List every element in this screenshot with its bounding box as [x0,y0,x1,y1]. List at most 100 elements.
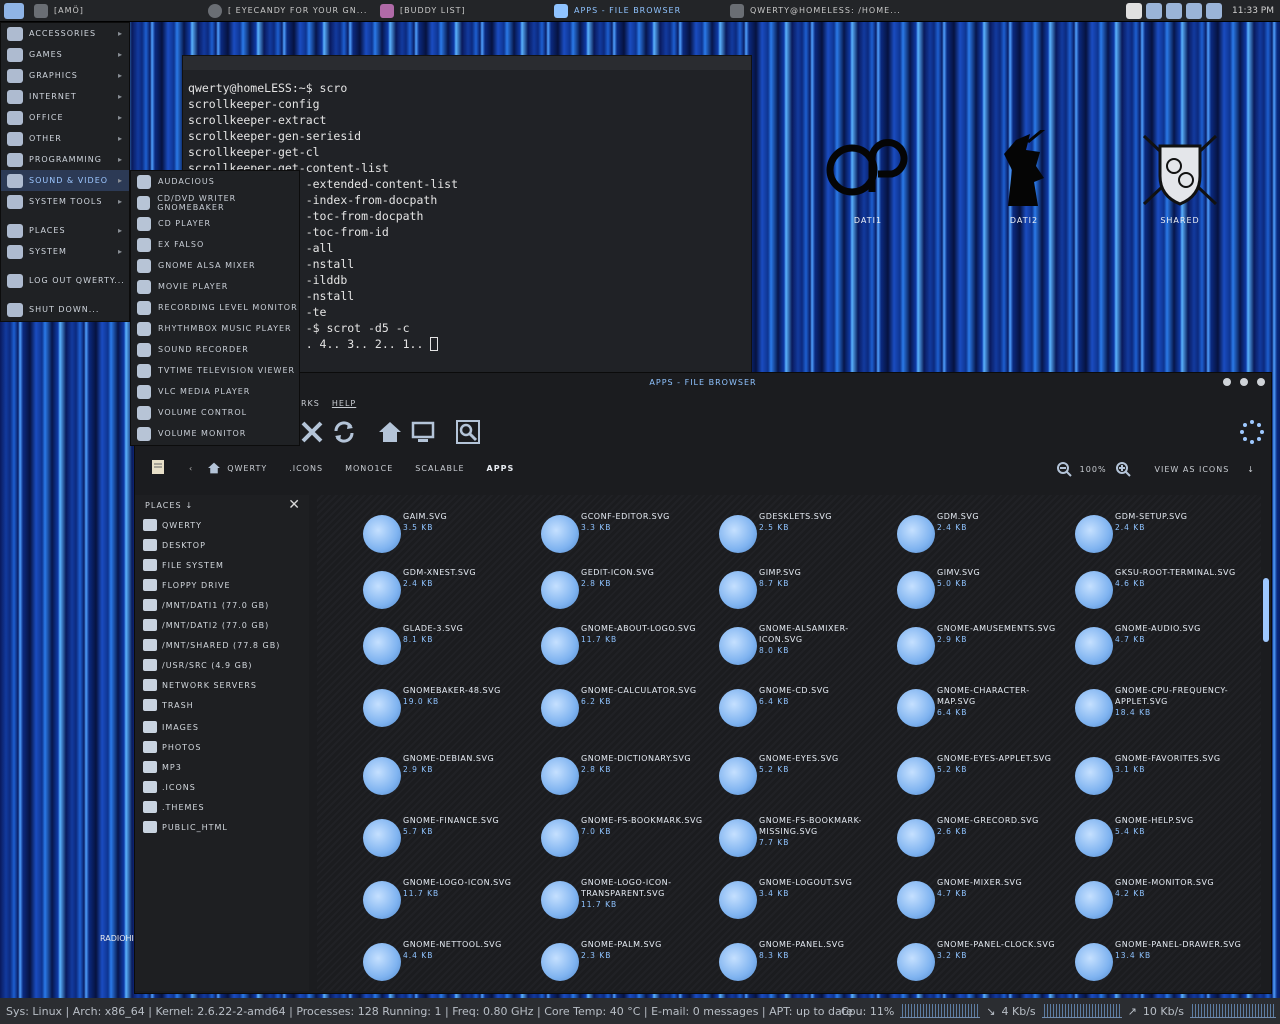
desktop-icon-shared[interactable]: SHARED [1130,130,1230,225]
file-icon-item[interactable]: gnome-palm.svg 2.3 KB [541,935,719,991]
submenu-item-tvtime-television-viewer[interactable]: tvtime Television Viewer [131,360,299,381]
menu-item-places[interactable]: Places ▸ [1,220,129,241]
computer-icon[interactable] [410,419,436,445]
network-icon[interactable] [1126,3,1142,19]
file-icon-item[interactable]: gnome-panel.svg 8.3 KB [719,935,897,991]
file-icon-item[interactable]: gnome-nettool.svg 4.4 KB [363,935,541,991]
file-icon-item[interactable]: gnome-cd.svg 6.4 KB [719,681,897,741]
file-icon-item[interactable]: glade-3.svg 8.1 KB [363,619,541,679]
menu-item-office[interactable]: Office ▸ [1,107,129,128]
file-icon-item[interactable]: gnome-monitor.svg 4.2 KB [1075,873,1253,933]
file-icon-item[interactable]: gnome-alsamixer-icon.svg 8.0 KB [719,619,897,679]
zoom-in-icon[interactable] [1115,461,1131,477]
menu-item-internet[interactable]: Internet ▸ [1,86,129,107]
file-icon-item[interactable]: gnome-audio.svg 4.7 KB [1075,619,1253,679]
stop-icon[interactable] [299,419,325,445]
volume-icon[interactable] [1166,3,1182,19]
sidebar-item-photos[interactable]: photos [135,737,309,757]
file-icon-item[interactable]: gnome-logo-icon.svg 11.7 KB [363,873,541,933]
file-icon-item[interactable]: gnome-panel-drawer.svg 13.4 KB [1075,935,1253,991]
task-amo[interactable]: [amö] [34,0,208,22]
file-icon-item[interactable]: gnome-eyes-applet.svg 5.2 KB [897,749,1075,809]
file-icon-item[interactable]: gnome-finance.svg 5.7 KB [363,811,541,871]
desktop-icon-label[interactable]: RADIOHI [100,934,134,943]
file-icon-item[interactable]: gnome-panel-clock.svg 3.2 KB [897,935,1075,991]
submenu-item-volume-control[interactable]: Volume Control [131,402,299,423]
submenu-item-rhythmbox-music-player[interactable]: Rhythmbox Music Player [131,318,299,339]
file-icon-item[interactable]: gnome-mixer.svg 4.7 KB [897,873,1075,933]
file-icon-item[interactable]: gnome-fs-bookmark.svg 7.0 KB [541,811,719,871]
file-icon-item[interactable]: gaim.svg 3.5 KB [363,507,541,567]
close-button[interactable] [1257,378,1265,386]
submenu-item-movie-player[interactable]: Movie Player [131,276,299,297]
sidebar-item-qwerty[interactable]: qwerty [135,515,309,535]
submenu-item-sound-recorder[interactable]: Sound Recorder [131,339,299,360]
submenu-item-cd-dvd-writer-gnomebaker[interactable]: CD/DVD Writer GnomeBaker [131,192,299,213]
file-icon-item[interactable]: gnome-logo-icon-transparent.svg 11.7 KB [541,873,719,933]
file-icon-item[interactable]: gnome-character-map.svg 6.4 KB [897,681,1075,741]
maximize-button[interactable] [1240,378,1248,386]
file-icon-item[interactable]: gdesklets.svg 2.5 KB [719,507,897,567]
sidebar-item-mnt-dati2-77-0-gb[interactable]: /mnt/dati2 (77.0 GB) [135,615,309,635]
view-as-select[interactable]: View as Icons [1155,465,1230,474]
sidebar-item-public-html[interactable]: public_html [135,817,309,837]
file-icon-item[interactable]: gconf-editor.svg 3.3 KB [541,507,719,567]
task-buddy-list[interactable]: [buddy list] [380,0,554,22]
sidebar-item-mnt-dati1-77-0-gb[interactable]: /mnt/dati1 (77.0 GB) [135,595,309,615]
file-icon-item[interactable]: gdm.svg 2.4 KB [897,507,1075,567]
sidebar-item-network-servers[interactable]: Network Servers [135,675,309,695]
breadcrumb-qwerty[interactable]: qwerty [227,464,267,473]
breadcrumb-icons[interactable]: .icons [289,464,323,473]
file-icon-item[interactable]: gnome-help.svg 5.4 KB [1075,811,1253,871]
zoom-out-icon[interactable] [1056,461,1072,477]
menu-item-shut-down[interactable]: Shut Down... [1,299,129,320]
menu-item-system-tools[interactable]: System Tools ▸ [1,191,129,212]
display-icon[interactable] [1146,3,1162,19]
sidebar-item-themes[interactable]: .themes [135,797,309,817]
file-icon-item[interactable]: gdm-setup.svg 2.4 KB [1075,507,1253,567]
terminal-titlebar[interactable] [183,56,751,70]
search-icon[interactable] [1206,3,1222,19]
reload-icon[interactable] [331,419,357,445]
edit-location-icon[interactable] [151,459,165,477]
menu-item-other[interactable]: Other ▸ [1,128,129,149]
file-icon-item[interactable]: gnome-calculator.svg 6.2 KB [541,681,719,741]
menu-item-sound-video[interactable]: Sound & Video ▸ [1,170,129,191]
file-icon-item[interactable]: gimp.svg 8.7 KB [719,563,897,623]
file-icon-item[interactable]: gnome-grecord.svg 2.6 KB [897,811,1075,871]
chevron-down-icon[interactable]: ↓ [1247,465,1255,474]
task-eyecandy[interactable]: [ eyecandy for your gn... [208,0,380,22]
file-icon-item[interactable]: gdm-xnest.svg 2.4 KB [363,563,541,623]
sidebar-item-mnt-shared-77-8-gb[interactable]: /mnt/shared (77.8 GB) [135,635,309,655]
file-icon-item[interactable]: gnome-fs-bookmark-missing.svg 7.7 KB [719,811,897,871]
submenu-item-ex-falso[interactable]: Ex Falso [131,234,299,255]
search-icon[interactable] [455,419,481,445]
file-icon-item[interactable]: gnome-debian.svg 2.9 KB [363,749,541,809]
submenu-item-vlc-media-player[interactable]: VLC media player [131,381,299,402]
menu-help[interactable]: Help [332,399,356,408]
applications-menu-button[interactable] [0,0,34,22]
menu-item-graphics[interactable]: Graphics ▸ [1,65,129,86]
file-icon-item[interactable]: gnome-about-logo.svg 11.7 KB [541,619,719,679]
breadcrumb-scroll-left[interactable]: ‹ [189,464,193,473]
task-file-browser[interactable]: apps - file browser [554,0,730,22]
sidebar-item-usr-src-4-9-gb[interactable]: /usr/src (4.9 GB) [135,655,309,675]
desktop-icon-dati2[interactable]: DATI2 [974,122,1074,225]
submenu-item-gnome-alsa-mixer[interactable]: GNOME ALSA Mixer [131,255,299,276]
file-icon-item[interactable]: gnome-cpu-frequency-applet.svg 18.4 KB [1075,681,1253,741]
sidebar-item-mp3[interactable]: mp3 [135,757,309,777]
icon-view[interactable]: gaim.svg 3.5 KB gconf-editor.svg 3.3 KB gdes… [317,495,1261,991]
minimize-button[interactable] [1223,378,1231,386]
menu-item-games[interactable]: Games ▸ [1,44,129,65]
menu-bookmarks[interactable]: rks [301,399,320,408]
menu-item-programming[interactable]: Programming ▸ [1,149,129,170]
menu-item-log-out[interactable]: Log Out qwerty... [1,270,129,291]
sidebar-item-images[interactable]: images [135,717,309,737]
clock[interactable]: 11:33 PM [1232,6,1274,16]
file-icon-item[interactable]: gedit-icon.svg 2.8 KB [541,563,719,623]
home-icon[interactable] [377,419,403,445]
pen-icon[interactable] [1186,3,1202,19]
file-icon-item[interactable]: gnome-amusements.svg 2.9 KB [897,619,1075,679]
sidebar-item-floppy-drive[interactable]: Floppy Drive [135,575,309,595]
desktop-icon-dati1[interactable]: DATI1 [818,130,918,225]
